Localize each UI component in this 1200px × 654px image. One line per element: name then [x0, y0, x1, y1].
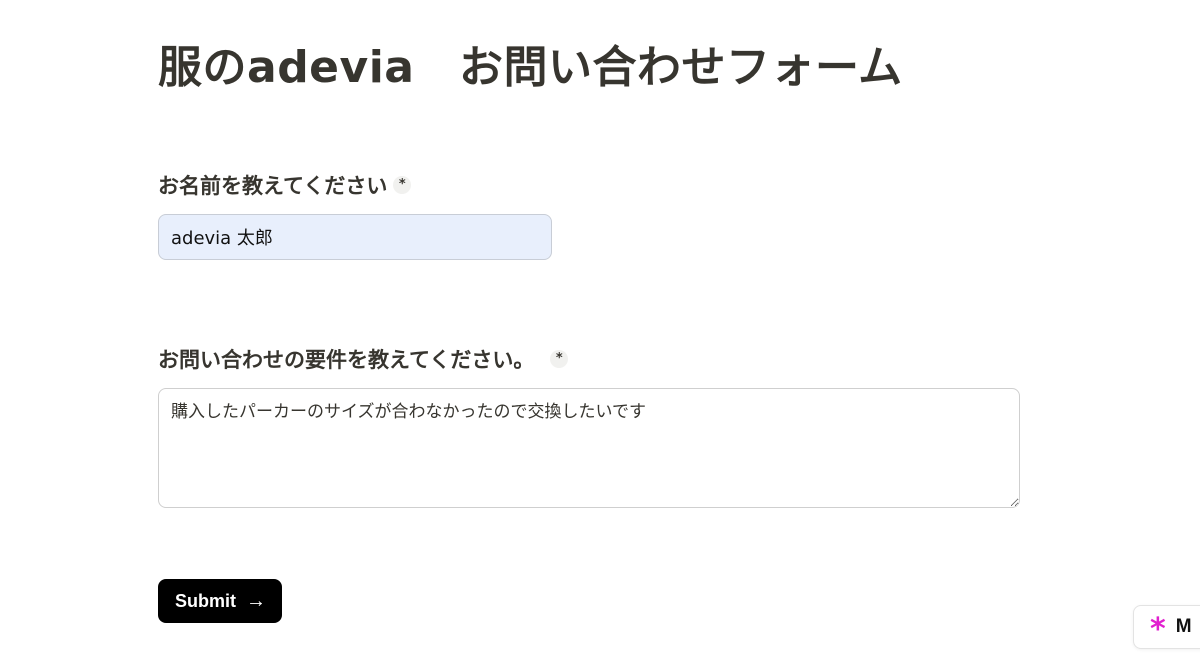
made-with-badge[interactable]: * M	[1133, 605, 1200, 649]
question-label: お名前を教えてください	[158, 174, 388, 198]
question-inquiry: お問い合わせの要件を教えてください。 * 購入したパーカーのサイズが合わなかった…	[158, 344, 1020, 508]
arrow-right-icon: →	[246, 590, 266, 612]
question-name: お名前を教えてください *	[158, 170, 552, 260]
page: 服のadevia お問い合わせフォーム お名前を教えてください * お問い合わせ…	[0, 0, 1200, 654]
badge-label: M	[1175, 616, 1192, 637]
required-badge: *	[550, 350, 569, 368]
name-input[interactable]	[158, 214, 552, 260]
question-label-row: お問い合わせの要件を教えてください。 *	[158, 344, 1020, 374]
question-label-row: お名前を教えてください *	[158, 170, 552, 200]
contact-form: 服のadevia お問い合わせフォーム お名前を教えてください * お問い合わせ…	[158, 36, 1020, 623]
question-label: お問い合わせの要件を教えてください。	[158, 348, 535, 372]
required-badge: *	[393, 176, 412, 194]
inquiry-textarea[interactable]: 購入したパーカーのサイズが合わなかったので交換したいです	[158, 388, 1020, 508]
asterisk-icon: *	[1150, 612, 1166, 647]
submit-button[interactable]: Submit →	[158, 579, 282, 623]
form-title: 服のadevia お問い合わせフォーム	[158, 42, 903, 93]
submit-label: Submit	[175, 590, 236, 611]
